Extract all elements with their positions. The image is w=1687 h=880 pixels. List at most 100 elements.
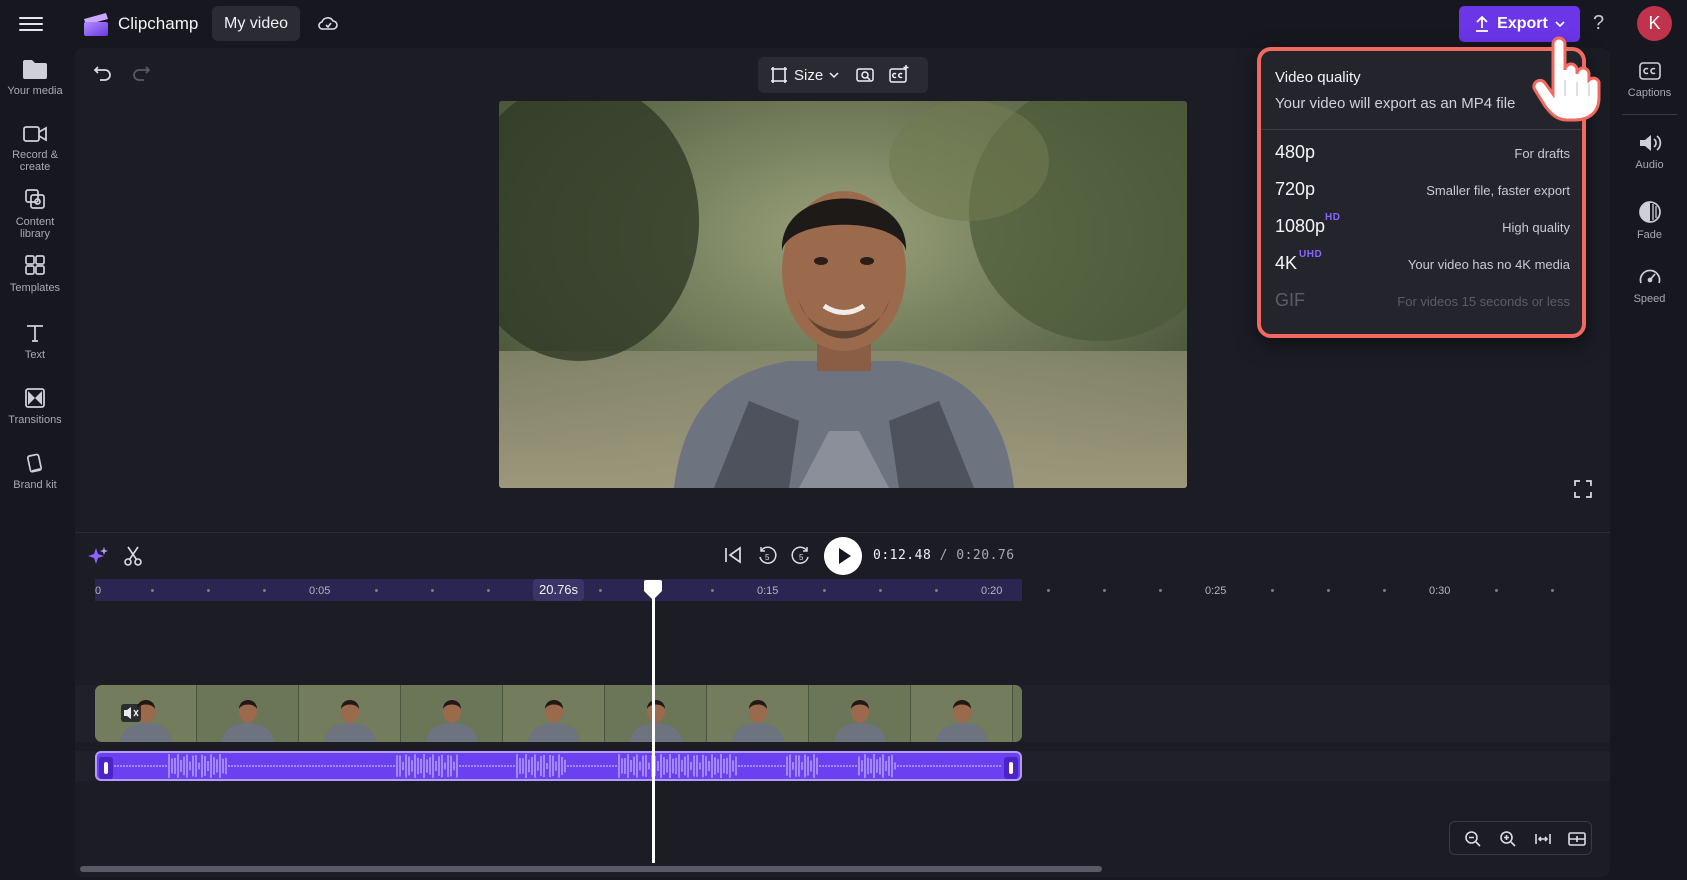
background-icon[interactable] — [854, 64, 876, 86]
ruler-label: 0:25 — [1205, 585, 1227, 597]
sidebar-label: Your media — [7, 85, 63, 97]
current-time: 0:12.48 — [873, 548, 932, 563]
sidebar-item-text[interactable]: Text — [0, 322, 70, 361]
export-option-1080p[interactable]: 1080p HD High quality — [1275, 212, 1570, 244]
option-resolution: 720p — [1275, 179, 1316, 199]
option-description: For videos 15 seconds or less — [1397, 294, 1570, 309]
ruler-tick — [1047, 589, 1050, 592]
audio-waveform — [114, 754, 1001, 778]
ruler-tick — [1551, 589, 1554, 592]
total-time: / 0:20.76 — [939, 548, 1015, 563]
sidebar-item-templates[interactable]: Templates — [0, 253, 70, 294]
video-preview[interactable] — [499, 101, 1187, 488]
option-resolution: 4K — [1275, 253, 1298, 273]
clip-thumbnail — [1013, 685, 1022, 742]
forward-5s-icon[interactable]: 5 — [790, 544, 812, 566]
zoom-out-icon[interactable] — [1464, 830, 1482, 848]
speaker-icon — [1639, 135, 1661, 151]
fullscreen-icon[interactable] — [1573, 479, 1593, 499]
sidebar-item-transitions[interactable]: Transitions — [0, 387, 70, 426]
clip-thumbnails — [95, 685, 1022, 742]
sidebar-label: Text — [24, 349, 46, 361]
sidebar-label: Transitions — [8, 414, 62, 426]
video-clip[interactable] — [95, 685, 1022, 742]
sidebar-item-audio[interactable]: Audio — [1612, 132, 1687, 171]
ruler-label: 0:05 — [309, 585, 331, 597]
transitions-icon — [25, 388, 45, 408]
left-sidebar: Your media Record & create Content libra… — [0, 48, 70, 880]
preview-toolbar: Size — [758, 57, 928, 93]
captions-icon — [1638, 62, 1661, 80]
forward-seconds-label: 5 — [799, 553, 804, 562]
audio-trim-handle-right[interactable] — [1004, 757, 1018, 779]
cloud-sync-icon[interactable] — [316, 12, 340, 36]
sidebar-item-speed[interactable]: Speed — [1612, 266, 1687, 305]
rewind-5s-icon[interactable]: 5 — [756, 544, 778, 566]
export-option-720p[interactable]: 720p Smaller file, faster export — [1275, 177, 1570, 207]
speedometer-icon — [1639, 269, 1660, 284]
option-description: For drafts — [1514, 146, 1570, 161]
sidebar-item-captions[interactable]: Captions — [1612, 60, 1687, 99]
size-button[interactable]: Size — [770, 65, 839, 85]
playhead[interactable] — [652, 588, 655, 863]
ruler-tick — [599, 589, 602, 592]
sidebar-label: Speed — [1633, 293, 1666, 305]
ruler-tick — [375, 589, 378, 592]
divider — [1261, 129, 1582, 130]
ruler-tick — [151, 589, 154, 592]
chevron-down-icon — [829, 72, 839, 79]
ruler-tick — [263, 589, 266, 592]
option-resolution: GIF — [1275, 290, 1305, 310]
ruler-tick — [711, 589, 714, 592]
hamburger-menu-icon[interactable] — [19, 13, 43, 33]
option-description: Smaller file, faster export — [1426, 183, 1570, 198]
redo-icon[interactable] — [130, 62, 152, 84]
ruler-tick — [1495, 589, 1498, 592]
project-name-field[interactable]: My video — [212, 6, 301, 41]
zoom-in-icon[interactable] — [1499, 830, 1517, 848]
export-option-4k[interactable]: 4K UHD Your video has no 4K media — [1275, 249, 1570, 281]
sidebar-item-brand-kit[interactable]: Brand kit — [0, 452, 70, 491]
sidebar-label: Content library — [15, 216, 55, 240]
sidebar-item-fade[interactable]: Fade — [1612, 200, 1687, 241]
text-icon — [27, 325, 43, 342]
undo-icon[interactable] — [92, 62, 114, 84]
playhead-handle[interactable] — [643, 579, 663, 601]
export-button[interactable]: Export — [1459, 6, 1580, 42]
folder-icon — [23, 60, 47, 79]
avatar[interactable]: K — [1637, 6, 1672, 41]
ruler-tick — [879, 589, 882, 592]
export-option-480p[interactable]: 480p For drafts — [1275, 140, 1570, 170]
expand-timeline-icon[interactable] — [1568, 830, 1586, 848]
ruler-tick — [935, 589, 938, 592]
help-icon[interactable]: ? — [1593, 12, 1604, 35]
ruler-tick — [1271, 589, 1274, 592]
export-option-gif: GIF For videos 15 seconds or less — [1275, 288, 1570, 318]
ruler-tick — [487, 589, 490, 592]
magic-sparkle-icon[interactable] — [87, 545, 109, 567]
clip-thumbnail — [401, 685, 502, 742]
play-button[interactable] — [824, 537, 862, 575]
add-captions-icon[interactable] — [888, 64, 910, 86]
menu-title: Video quality — [1275, 69, 1361, 86]
sidebar-item-record-create[interactable]: Record & create — [0, 124, 70, 173]
fade-icon — [1638, 201, 1661, 223]
timeline-scrollbar[interactable] — [80, 866, 1102, 872]
sidebar-label: Record & create — [12, 149, 58, 173]
skip-to-start-icon[interactable] — [722, 544, 744, 566]
menu-subtitle: Your video will export as an MP4 file — [1275, 95, 1516, 112]
chevron-down-icon — [1555, 21, 1565, 28]
clip-duration-label: 20.76s — [533, 579, 585, 601]
mute-icon[interactable] — [121, 704, 141, 722]
scissors-icon[interactable] — [122, 545, 144, 567]
audio-trim-handle-left[interactable] — [99, 757, 113, 779]
audio-clip[interactable] — [95, 751, 1022, 781]
sidebar-item-content-library[interactable]: Content library — [0, 187, 70, 240]
fit-to-width-icon[interactable] — [1534, 830, 1552, 848]
sidebar-item-your-media[interactable]: Your media — [0, 58, 70, 97]
clip-thumbnail — [197, 685, 298, 742]
templates-icon — [25, 255, 45, 275]
hd-badge: HD — [1325, 212, 1341, 223]
sidebar-label: Brand kit — [13, 479, 57, 491]
clip-thumbnail — [605, 685, 706, 742]
